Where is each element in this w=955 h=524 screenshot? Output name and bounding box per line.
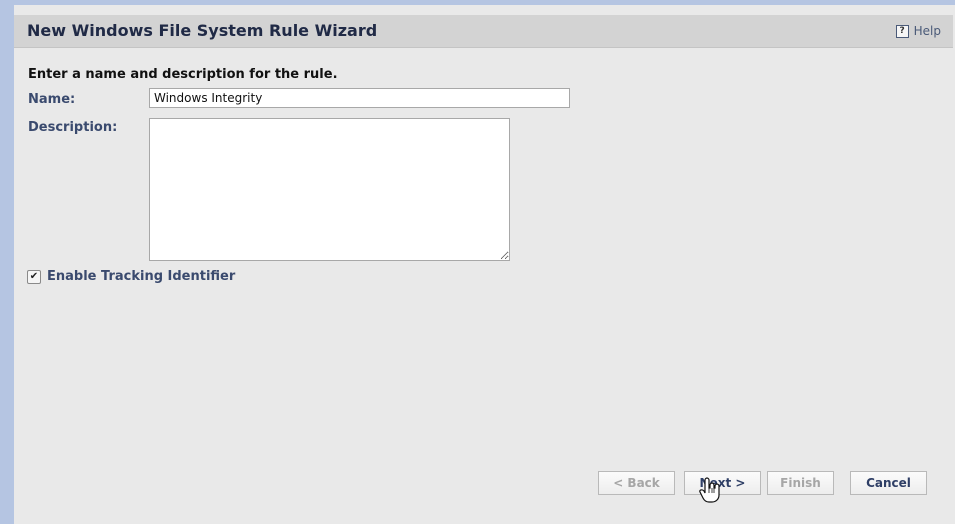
check-icon[interactable]: ✔ <box>27 269 41 284</box>
instruction-text: Enter a name and description for the rul… <box>28 67 338 82</box>
hand-pointer-icon <box>699 477 720 503</box>
window: New Windows File System Rule Wizard ? He… <box>0 0 955 524</box>
help-label: Help <box>913 24 941 38</box>
wizard-dialog: New Windows File System Rule Wizard ? He… <box>14 5 955 524</box>
back-button[interactable]: < Back <box>598 471 675 495</box>
wizard-titlebar: New Windows File System Rule Wizard ? He… <box>14 15 953 48</box>
left-border <box>0 0 14 524</box>
name-label: Name: <box>28 92 76 107</box>
help-icon: ? <box>895 24 909 38</box>
tracking-identifier-label: Enable Tracking Identifier <box>47 269 236 284</box>
description-field[interactable] <box>149 118 510 261</box>
description-label: Description: <box>28 120 118 135</box>
finish-button[interactable]: Finish <box>767 471 834 495</box>
wizard-title: New Windows File System Rule Wizard <box>27 21 378 40</box>
cancel-button[interactable]: Cancel <box>850 471 927 495</box>
next-button[interactable]: Next > <box>684 471 761 495</box>
help-link[interactable]: ? Help <box>895 24 941 38</box>
name-field[interactable] <box>149 88 570 108</box>
tracking-identifier-option[interactable]: ✔ Enable Tracking Identifier <box>27 269 235 284</box>
